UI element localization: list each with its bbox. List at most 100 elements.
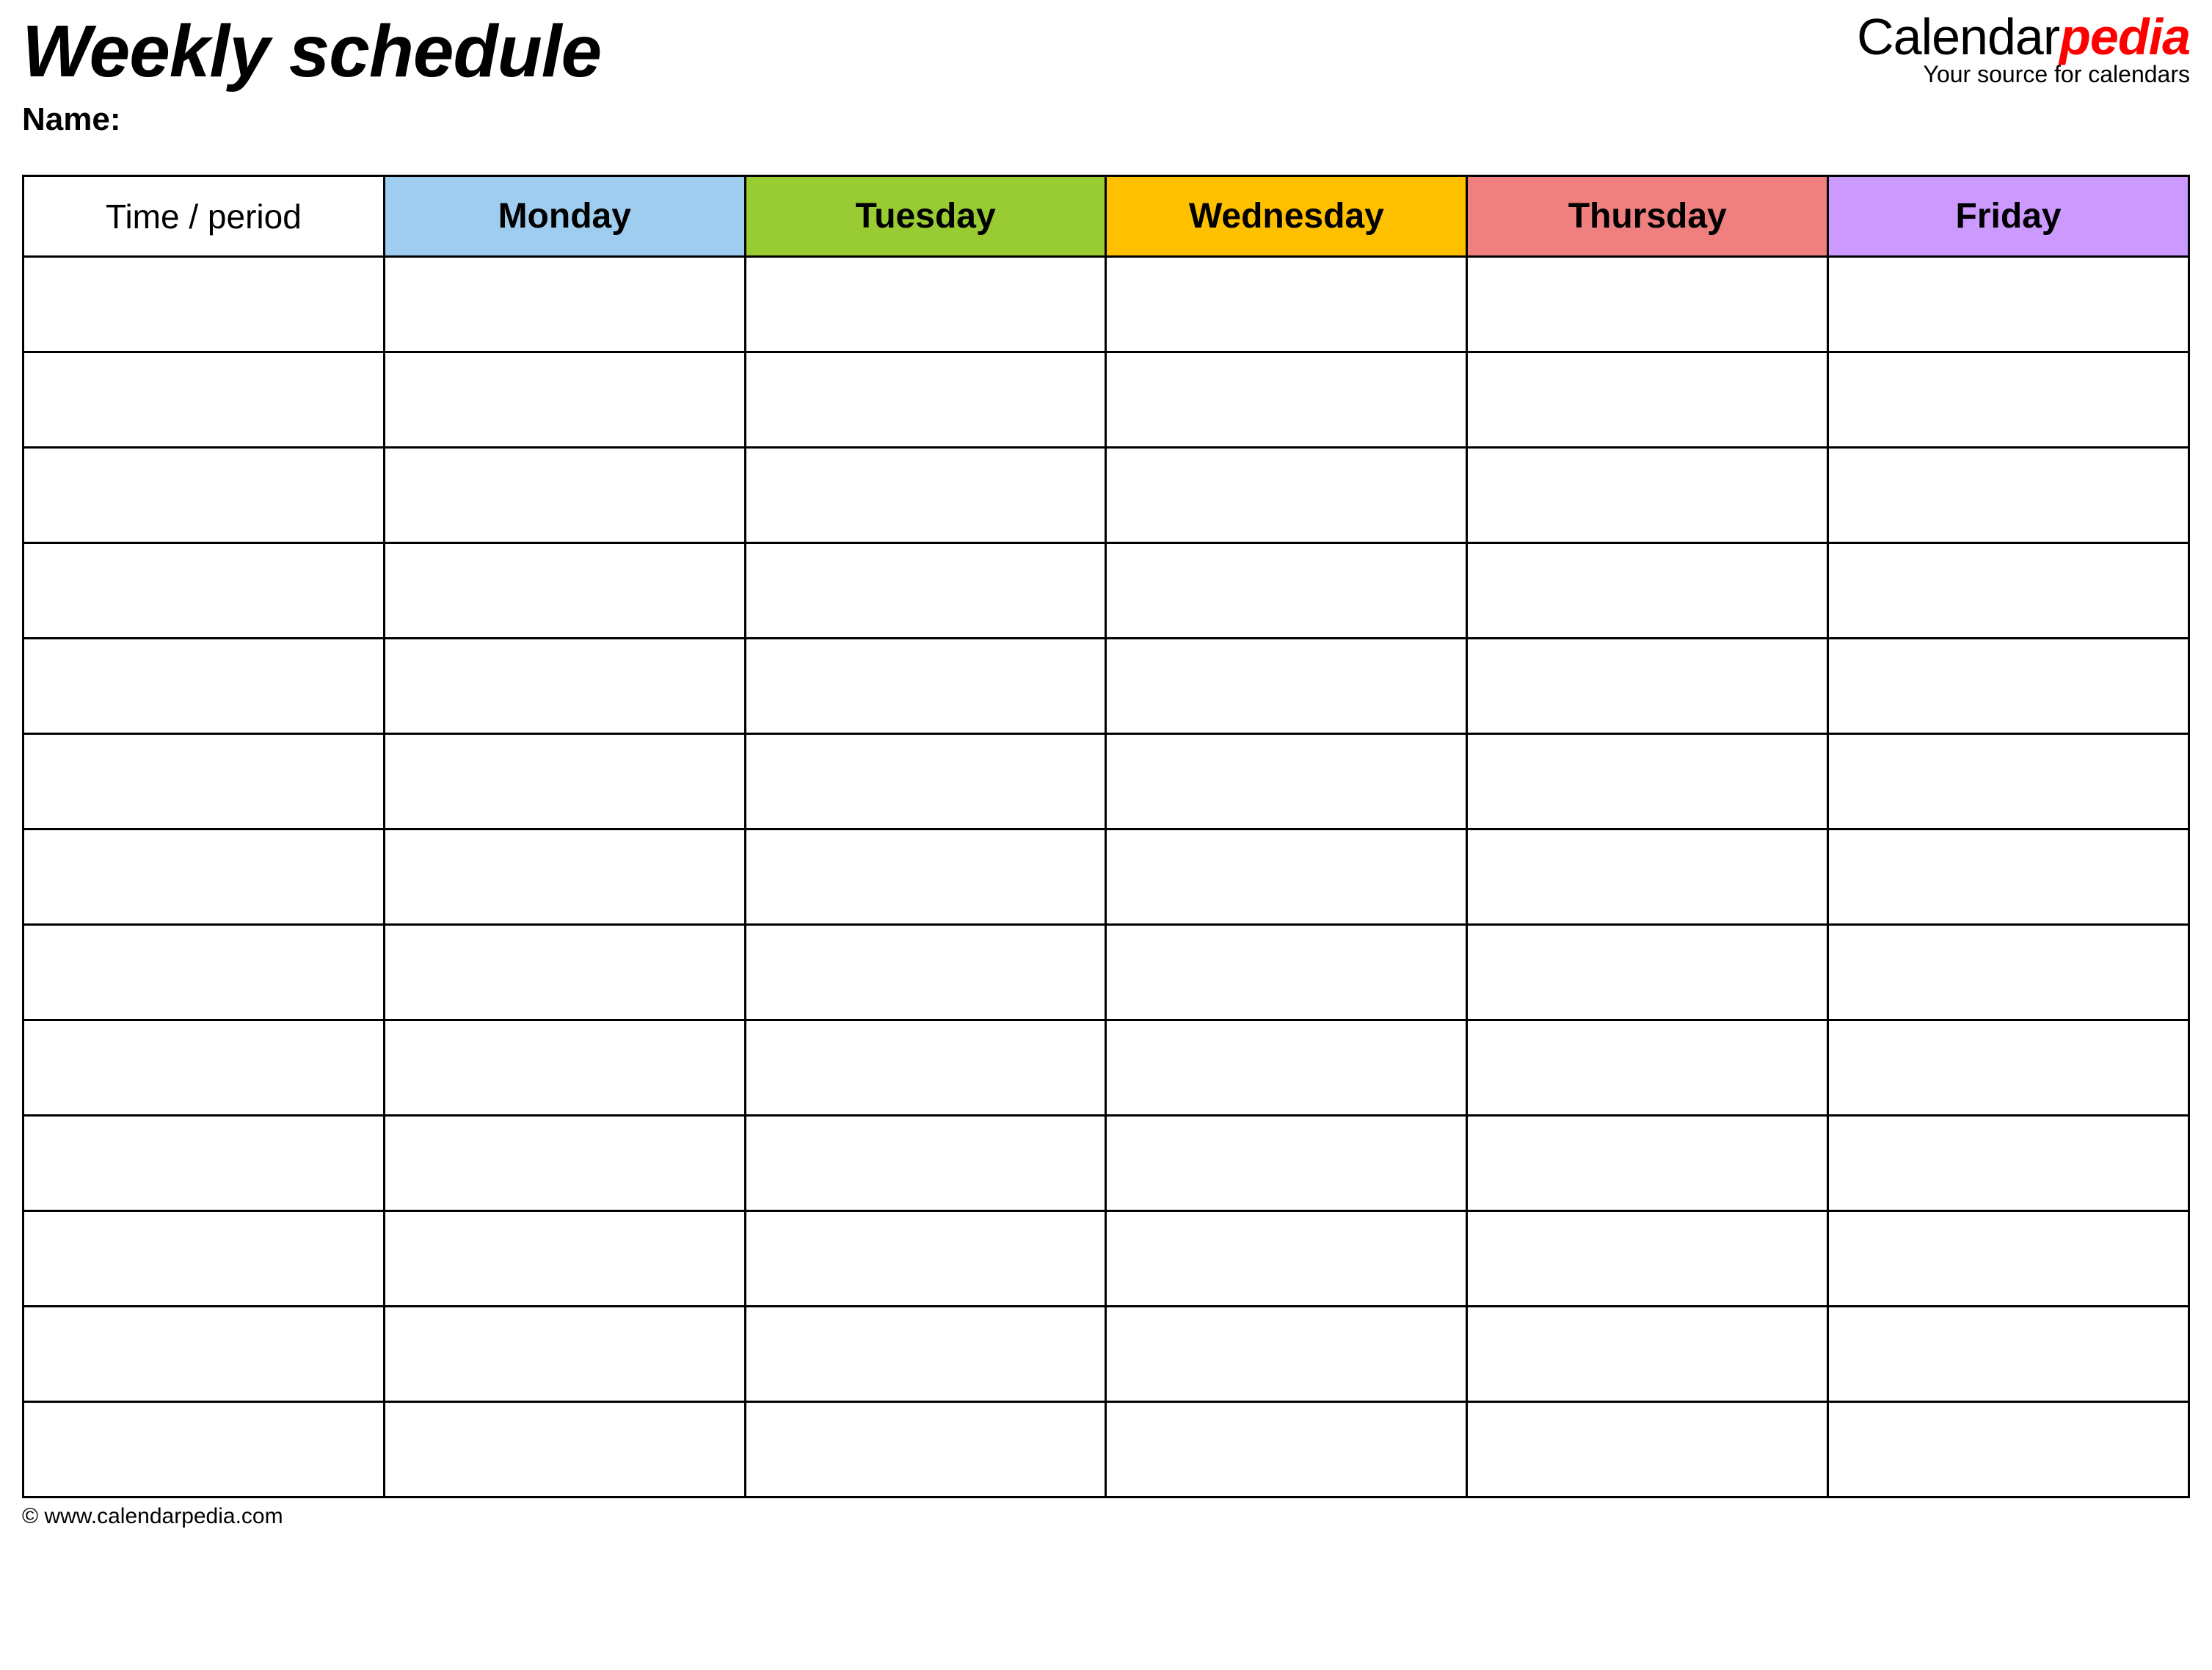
day-cell bbox=[745, 257, 1106, 352]
col-header-monday: Monday bbox=[384, 176, 745, 257]
day-cell bbox=[745, 829, 1106, 925]
table-row bbox=[23, 1020, 2189, 1116]
table-row bbox=[23, 1402, 2189, 1497]
day-cell bbox=[1106, 543, 1467, 639]
time-cell bbox=[23, 1307, 385, 1402]
time-cell bbox=[23, 1402, 385, 1497]
table-row bbox=[23, 1211, 2189, 1307]
day-cell bbox=[745, 1211, 1106, 1307]
day-cell bbox=[1106, 734, 1467, 829]
day-cell bbox=[1467, 448, 1828, 543]
day-cell bbox=[745, 543, 1106, 639]
day-cell bbox=[1467, 1307, 1828, 1402]
schedule-body bbox=[23, 257, 2189, 1497]
brand-logo: Calendarpedia Your source for calendars bbox=[1857, 11, 2190, 88]
brand-name: Calendarpedia bbox=[1857, 11, 2190, 62]
day-cell bbox=[1467, 925, 1828, 1020]
day-cell bbox=[1106, 1116, 1467, 1211]
brand-name-part1: Calendar bbox=[1857, 8, 2059, 65]
time-cell bbox=[23, 1211, 385, 1307]
day-cell bbox=[384, 734, 745, 829]
day-cell bbox=[1828, 1402, 2189, 1497]
day-cell bbox=[1828, 257, 2189, 352]
day-cell bbox=[1467, 1211, 1828, 1307]
time-cell bbox=[23, 543, 385, 639]
table-row bbox=[23, 829, 2189, 925]
col-header-time: Time / period bbox=[23, 176, 385, 257]
title-block: Weekly schedule Name: bbox=[22, 15, 601, 138]
day-cell bbox=[384, 257, 745, 352]
time-cell bbox=[23, 925, 385, 1020]
day-cell bbox=[384, 1116, 745, 1211]
time-cell bbox=[23, 448, 385, 543]
day-cell bbox=[384, 543, 745, 639]
day-cell bbox=[384, 639, 745, 734]
day-cell bbox=[1828, 1116, 2189, 1211]
day-cell bbox=[1106, 925, 1467, 1020]
time-cell bbox=[23, 352, 385, 448]
col-header-wednesday: Wednesday bbox=[1106, 176, 1467, 257]
day-cell bbox=[384, 1402, 745, 1497]
day-cell bbox=[1828, 734, 2189, 829]
day-cell bbox=[1828, 925, 2189, 1020]
page-title: Weekly schedule bbox=[22, 15, 601, 88]
table-row bbox=[23, 1116, 2189, 1211]
day-cell bbox=[1467, 734, 1828, 829]
footer-copyright: © www.calendarpedia.com bbox=[22, 1504, 2190, 1529]
day-cell bbox=[1467, 352, 1828, 448]
day-cell bbox=[745, 1116, 1106, 1211]
day-cell bbox=[384, 1307, 745, 1402]
time-cell bbox=[23, 257, 385, 352]
time-cell bbox=[23, 639, 385, 734]
day-cell bbox=[1828, 829, 2189, 925]
day-cell bbox=[1106, 639, 1467, 734]
header-row: Weekly schedule Name: Calendarpedia Your… bbox=[22, 15, 2190, 138]
day-cell bbox=[1106, 1402, 1467, 1497]
day-cell bbox=[745, 448, 1106, 543]
time-cell bbox=[23, 829, 385, 925]
day-cell bbox=[1467, 1116, 1828, 1211]
table-row bbox=[23, 734, 2189, 829]
table-row bbox=[23, 257, 2189, 352]
day-cell bbox=[1106, 448, 1467, 543]
day-cell bbox=[384, 925, 745, 1020]
day-cell bbox=[1828, 352, 2189, 448]
day-cell bbox=[384, 448, 745, 543]
col-header-tuesday: Tuesday bbox=[745, 176, 1106, 257]
col-header-thursday: Thursday bbox=[1467, 176, 1828, 257]
day-cell bbox=[384, 352, 745, 448]
time-cell bbox=[23, 1020, 385, 1116]
day-cell bbox=[745, 639, 1106, 734]
day-cell bbox=[1106, 352, 1467, 448]
table-row bbox=[23, 543, 2189, 639]
day-cell bbox=[1106, 1020, 1467, 1116]
col-header-friday: Friday bbox=[1828, 176, 2189, 257]
day-cell bbox=[745, 1020, 1106, 1116]
day-cell bbox=[1106, 829, 1467, 925]
day-cell bbox=[745, 925, 1106, 1020]
day-cell bbox=[745, 1402, 1106, 1497]
day-cell bbox=[1106, 257, 1467, 352]
day-cell bbox=[1106, 1307, 1467, 1402]
day-cell bbox=[384, 829, 745, 925]
table-row bbox=[23, 925, 2189, 1020]
day-cell bbox=[1467, 829, 1828, 925]
table-row bbox=[23, 1307, 2189, 1402]
day-cell bbox=[745, 734, 1106, 829]
day-cell bbox=[745, 352, 1106, 448]
day-cell bbox=[1467, 1020, 1828, 1116]
day-cell bbox=[1467, 543, 1828, 639]
day-cell bbox=[1828, 543, 2189, 639]
day-cell bbox=[384, 1211, 745, 1307]
table-header-row: Time / period Monday Tuesday Wednesday T… bbox=[23, 176, 2189, 257]
time-cell bbox=[23, 1116, 385, 1211]
day-cell bbox=[1467, 257, 1828, 352]
day-cell bbox=[745, 1307, 1106, 1402]
table-row bbox=[23, 448, 2189, 543]
day-cell bbox=[1828, 1307, 2189, 1402]
day-cell bbox=[1467, 1402, 1828, 1497]
time-cell bbox=[23, 734, 385, 829]
day-cell bbox=[1828, 1020, 2189, 1116]
day-cell bbox=[1106, 1211, 1467, 1307]
day-cell bbox=[384, 1020, 745, 1116]
